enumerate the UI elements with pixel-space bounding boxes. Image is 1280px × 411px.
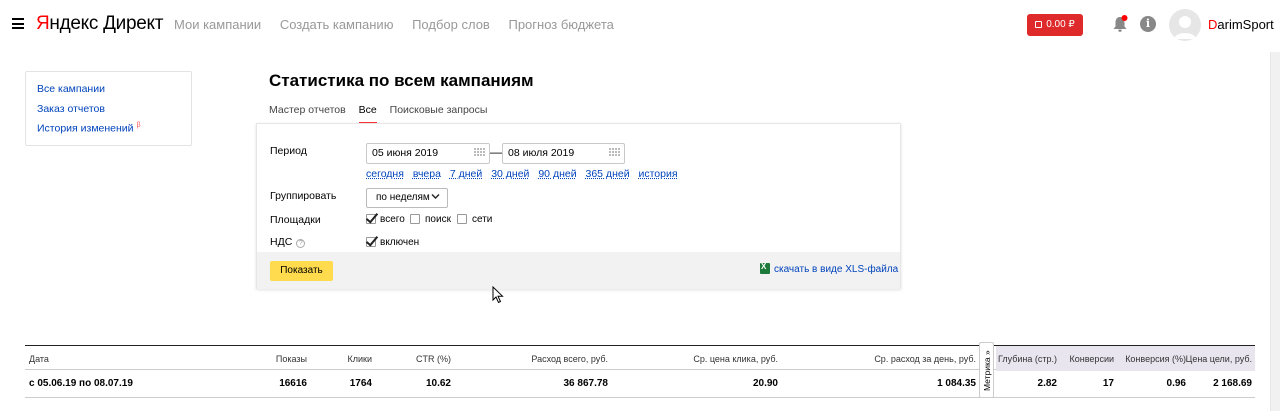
logo-product-text: Директ <box>103 13 164 34</box>
checkbox-vat[interactable] <box>366 237 376 247</box>
cell-avg-cpc: 20.90 <box>752 378 778 389</box>
col-avg-daily-spend[interactable]: Ср. расход за день, руб. <box>874 354 976 364</box>
tab-report-master[interactable]: Мастер отчетов <box>269 104 346 122</box>
col-avg-cpc[interactable]: Ср. цена клика, руб. <box>693 354 778 364</box>
balance-button[interactable]: 0.00 ₽ <box>1027 14 1083 36</box>
cell-avg-daily-spend: 1 084.35 <box>937 378 976 389</box>
report-form-panel: Период 05 июня 2019 — 08 июля 2019 сегод… <box>256 123 901 289</box>
date-to-value: 08 июля 2019 <box>508 147 575 159</box>
bell-icon[interactable] <box>1112 15 1128 33</box>
cell-depth: 2.82 <box>1037 378 1057 389</box>
date-range-dash: — <box>490 145 502 159</box>
beta-badge: β <box>136 122 141 129</box>
group-select-value: по неделям <box>376 192 430 203</box>
chevron-down-icon <box>431 194 440 199</box>
balance-amount: 0.00 ₽ <box>1046 19 1075 30</box>
logo-yandex-text: ндекс <box>49 13 99 34</box>
cell-conversion-rate: 0.96 <box>1166 378 1186 389</box>
group-label: Группировать <box>270 190 337 202</box>
sidebar-item-all-campaigns[interactable]: Все кампании <box>37 83 191 103</box>
wallet-icon <box>1035 21 1043 28</box>
calendar-icon[interactable] <box>474 148 485 158</box>
sidebar-item-order-reports[interactable]: Заказ отчетов <box>37 103 191 123</box>
username[interactable]: DarimSport <box>1208 17 1274 32</box>
avatar-silhouette-icon <box>1174 16 1196 39</box>
checkbox-search-label: поиск <box>425 214 451 225</box>
cell-ctr: 10.62 <box>425 378 451 389</box>
username-rest: arimSport <box>1217 17 1274 32</box>
checkbox-search[interactable] <box>410 214 420 224</box>
cell-clicks: 1764 <box>349 378 372 389</box>
period-label: Период <box>270 145 307 157</box>
sidebar: Все кампании Заказ отчетов История измен… <box>25 71 192 146</box>
cell-conversions: 17 <box>1102 378 1114 389</box>
places-label: Площадки <box>270 214 321 226</box>
xls-link-label: скачать в виде XLS-файла <box>774 264 899 275</box>
col-clicks[interactable]: Клики <box>348 354 373 364</box>
sidebar-item-change-history[interactable]: История изменений β <box>37 122 191 142</box>
metrika-toggle-tab[interactable]: Метрика » <box>979 342 994 398</box>
panel-footer: Показать скачать в виде XLS-файла <box>257 252 900 289</box>
page-title: Статистика по всем кампаниям <box>269 71 534 90</box>
nav-word-selection[interactable]: Подбор слов <box>412 17 490 32</box>
col-impressions[interactable]: Показы <box>276 354 307 364</box>
menu-icon[interactable] <box>12 18 24 29</box>
mouse-cursor-icon <box>492 286 504 304</box>
checkbox-networks[interactable] <box>457 214 467 224</box>
col-conversions[interactable]: Конверсии <box>1070 354 1114 364</box>
checkbox-networks-label: сети <box>472 214 493 225</box>
cell-total-spend: 36 867.78 <box>563 378 609 389</box>
period-link-365-days[interactable]: 365 дней <box>586 168 630 180</box>
date-from-input[interactable]: 05 июня 2019 <box>366 143 490 164</box>
period-link-90-days[interactable]: 90 дней <box>538 168 576 180</box>
col-goal-cost[interactable]: Цена цели, руб. <box>1186 354 1252 364</box>
stats-table: Дата Показы Клики CTR (%) Расход всего, … <box>25 342 1255 399</box>
top-header: Яндекс Директ Мои кампании Создать кампан… <box>0 0 1280 50</box>
nav-my-campaigns[interactable]: Мои кампании <box>174 17 261 32</box>
top-nav: Мои кампании Создать кампанию Подбор сло… <box>174 17 629 32</box>
checkbox-vat-label: включен <box>380 237 420 248</box>
period-link-7-days[interactable]: 7 дней <box>450 168 482 180</box>
sidebar-item-label: История изменений <box>37 122 134 135</box>
date-to-input[interactable]: 08 июля 2019 <box>502 143 625 164</box>
tab-all[interactable]: Все <box>358 104 377 124</box>
date-from-value: 05 июня 2019 <box>372 147 439 159</box>
xls-download-link[interactable]: скачать в виде XLS-файла <box>760 262 899 275</box>
col-date[interactable]: Дата <box>29 354 49 364</box>
col-total-spend[interactable]: Расход всего, руб. <box>531 354 608 364</box>
report-tabs: Мастер отчетов Все Поисковые запросы <box>269 104 497 124</box>
vat-label: НДС <box>270 236 293 248</box>
excel-icon <box>760 262 770 274</box>
nav-create-campaign[interactable]: Создать кампанию <box>280 17 394 32</box>
checkbox-all-label: всего <box>380 214 405 225</box>
logo-letter: Я <box>36 13 50 34</box>
group-select[interactable]: по неделям <box>366 188 448 208</box>
cell-goal-cost: 2 168.69 <box>1213 378 1252 389</box>
period-link-yesterday[interactable]: вчера <box>413 168 441 180</box>
calendar-icon[interactable] <box>609 148 620 158</box>
col-ctr[interactable]: CTR (%) <box>416 354 451 364</box>
table-row: с 05.06.19 по 08.07.19 16616 1764 10.62 … <box>25 370 1255 398</box>
avatar[interactable] <box>1169 9 1201 41</box>
username-first-letter: D <box>1208 17 1218 32</box>
page-scrollbar[interactable] <box>1270 52 1280 411</box>
vat-label-row: НДС? <box>270 236 306 248</box>
nav-budget-forecast[interactable]: Прогноз бюджета <box>508 17 613 32</box>
show-button[interactable]: Показать <box>270 261 333 281</box>
col-conversion-rate[interactable]: Конверсия (%) <box>1125 354 1186 364</box>
period-link-today[interactable]: сегодня <box>366 168 404 180</box>
help-icon[interactable]: ? <box>296 239 306 248</box>
col-depth[interactable]: Глубина (стр.) <box>998 354 1057 364</box>
cell-date: с 05.06.19 по 08.07.19 <box>29 378 133 389</box>
quick-period-links: сегодня вчера 7 дней 30 дней 90 дней 365… <box>366 168 684 180</box>
info-icon[interactable]: i <box>1140 16 1156 32</box>
checkbox-all[interactable] <box>366 214 376 224</box>
period-link-history[interactable]: история <box>639 168 678 180</box>
yandex-direct-logo[interactable]: Яндекс Директ <box>36 13 163 35</box>
cell-impressions: 16616 <box>279 378 307 389</box>
table-header: Дата Показы Клики CTR (%) Расход всего, … <box>25 345 1255 371</box>
tab-search-queries[interactable]: Поисковые запросы <box>390 104 488 122</box>
metrika-tab-label: Метрика » <box>982 350 992 391</box>
period-link-30-days[interactable]: 30 дней <box>491 168 529 180</box>
